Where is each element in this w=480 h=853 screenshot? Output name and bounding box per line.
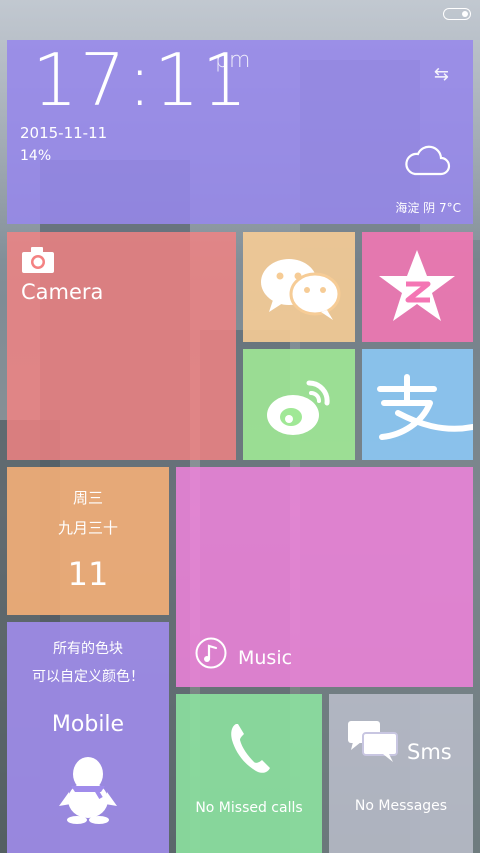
qzone-tile[interactable] [362,232,473,342]
alipay-tile[interactable] [362,349,473,460]
calendar-lunar-date: 九月三十 [57,519,118,537]
swap-icon[interactable]: ⇆ [434,64,449,85]
sms-status: No Messages [354,798,448,814]
missed-calls-label: No Missed calls [195,800,303,816]
camera-label: Camera [21,280,104,304]
calendar-tile[interactable]: 周三 九月三十 11 [7,467,169,615]
music-note-icon [195,637,227,669]
calendar-day: 11 [67,555,109,593]
mobile-qq-tile[interactable]: 所有的色块 可以自定义颜色！ Mobile [7,622,169,853]
sms-label: Sms [407,740,452,764]
calendar-weekday: 周三 [72,489,103,507]
clock-weather-tile[interactable]: 17:11 pm 2015-11-11 14% ⇆ 海淀 阴 7°C [7,40,473,224]
weibo-icon [267,380,330,435]
mobile-label: Mobile [51,712,125,737]
camera-icon [22,247,54,273]
music-label: Music [238,647,293,669]
battery-percent: 14% [20,148,52,164]
alipay-icon [377,374,473,440]
qzone-star-icon [379,250,455,321]
sms-tile[interactable]: Sms No Messages [329,694,473,853]
weibo-tile[interactable] [243,349,355,460]
weather-text: 海淀 阴 7°C [395,201,461,215]
wechat-icon [261,259,341,320]
clock-ampm: pm [215,48,251,73]
battery-icon [443,8,471,20]
chat-bubbles-icon [348,721,398,762]
wechat-tile[interactable] [243,232,355,342]
qq-penguin-icon [59,757,117,824]
customize-note-line1: 所有的色块 [53,641,123,657]
music-tile[interactable]: Music [176,467,473,687]
camera-tile[interactable]: Camera [7,232,236,460]
cloud-icon [405,145,451,176]
customize-note-line2: 可以自定义颜色！ [32,669,144,685]
phone-tile[interactable]: No Missed calls [176,694,322,853]
phone-icon [231,724,270,773]
clock-date: 2015-11-11 [20,124,108,142]
